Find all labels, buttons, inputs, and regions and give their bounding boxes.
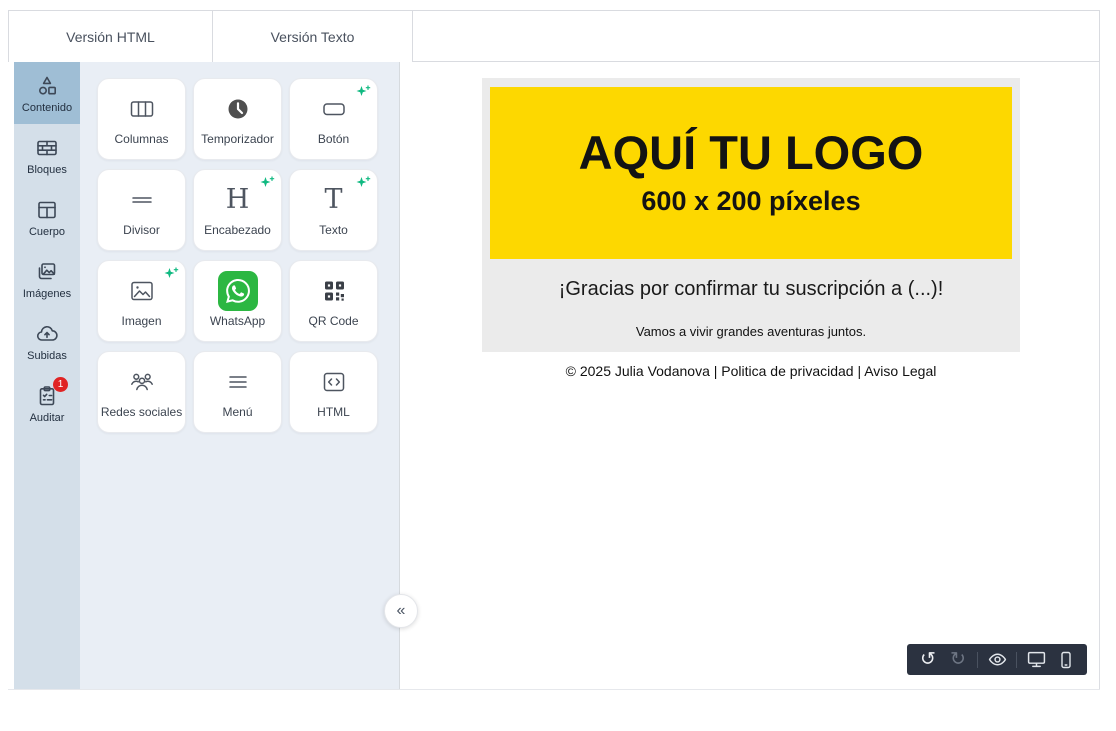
block-label: QR Code [308,314,358,328]
mobile-view-button[interactable] [1055,648,1077,672]
block-label: HTML [317,405,350,419]
header-spacer [413,11,1100,62]
block-label: Imagen [121,314,161,328]
block-card-menu[interactable]: Menú [193,351,282,433]
sidebar-item-imagenes[interactable]: Imágenes [14,248,80,310]
menu-icon [223,366,253,398]
email-body[interactable]: AQUÍ TU LOGO 600 x 200 píxeles ¡Gracias … [482,78,1020,352]
undo-icon: ↺ [920,650,936,669]
block-card-html[interactable]: HTML [289,351,378,433]
divider-icon [127,184,157,216]
audit-clipboard-icon: 1 [34,383,60,409]
shapes-icon [34,73,60,99]
block-label: Columnas [114,132,168,146]
html-icon [319,366,349,398]
email-subtext-block[interactable]: Vamos a vivir grandes aventuras juntos. [490,324,1012,339]
block-label: Divisor [123,223,160,237]
email-document: AQUÍ TU LOGO 600 x 200 píxeles ¡Gracias … [482,78,1020,379]
block-label: Encabezado [204,223,271,237]
editor-toolbar: ↺ ↻ [907,644,1087,675]
desktop-view-button[interactable] [1025,648,1047,672]
sidebar-item-label: Auditar [30,412,65,424]
sidebar-item-subidas[interactable]: Subidas [14,310,80,372]
sidebar-item-label: Imágenes [23,288,71,300]
images-icon [34,259,60,285]
audit-count-badge: 1 [53,377,68,392]
bricks-icon [34,135,60,161]
logo-placeholder-size: 600 x 200 píxeles [641,186,860,217]
eye-icon [988,650,1007,669]
block-label: Menú [222,405,252,419]
block-card-image[interactable]: Imagen [97,260,186,342]
block-label: Botón [318,132,349,146]
sidebar-item-cuerpo[interactable]: Cuerpo [14,186,80,248]
desktop-icon [1027,650,1046,669]
sidebar: Contenido Bloques Cuer [14,62,80,689]
image-icon [127,275,157,307]
version-tab-bar: Versión HTML Versión Texto [8,10,1100,62]
sidebar-item-auditar[interactable]: 1 Auditar [14,372,80,434]
redo-icon: ↻ [950,650,966,669]
block-card-whatsapp[interactable]: WhatsApp [193,260,282,342]
block-card-button[interactable]: Botón [289,78,378,160]
block-card-heading[interactable]: H Encabezado [193,169,282,251]
body-layout-icon [34,197,60,223]
ai-sparkle-icon [356,84,371,99]
sidebar-item-contenido[interactable]: Contenido [14,62,80,124]
toolbar-divider [977,652,978,668]
block-label: Texto [319,223,348,237]
columns-icon [127,93,157,125]
sidebar-item-label: Subidas [27,350,67,362]
timer-icon [223,93,253,125]
heading-icon: H [226,184,250,216]
toolbar-divider [1016,652,1017,668]
button-icon [319,93,349,125]
email-editor-app: Versión HTML Versión Texto Contenido [8,10,1100,690]
preview-button[interactable] [986,648,1008,672]
content-blocks-panel: Columnas Temporizador [80,62,400,689]
sidebar-item-label: Cuerpo [29,226,65,238]
text-icon: T [324,184,342,216]
social-icon [127,366,157,398]
tab-version-html[interactable]: Versión HTML [8,11,213,62]
ai-sparkle-icon [260,175,275,190]
block-card-divider[interactable]: Divisor [97,169,186,251]
block-card-text[interactable]: T Texto [289,169,378,251]
logo-placeholder-image[interactable]: AQUÍ TU LOGO 600 x 200 píxeles [490,87,1012,259]
undo-button[interactable]: ↺ [917,648,939,672]
mobile-icon [1057,651,1075,669]
collapse-panel-button[interactable]: « [384,594,418,628]
tab-version-texto[interactable]: Versión Texto [213,11,413,62]
logo-placeholder-title: AQUÍ TU LOGO [579,129,924,176]
block-card-columns[interactable]: Columnas [97,78,186,160]
sidebar-item-label: Contenido [22,102,72,114]
whatsapp-icon [218,275,258,307]
cloud-upload-icon [34,321,60,347]
blocks-grid: Columnas Temporizador [97,78,378,433]
block-card-qr[interactable]: QR Code [289,260,378,342]
ai-sparkle-icon [356,175,371,190]
sidebar-item-bloques[interactable]: Bloques [14,124,80,186]
block-card-social[interactable]: Redes sociales [97,351,186,433]
block-label: Temporizador [201,132,274,146]
block-label: WhatsApp [210,314,265,328]
block-card-timer[interactable]: Temporizador [193,78,282,160]
redo-button[interactable]: ↻ [947,648,969,672]
email-footer-block[interactable]: © 2025 Julia Vodanova | Politica de priv… [482,363,1020,379]
qr-code-icon [320,275,348,307]
editor-main: Contenido Bloques Cuer [8,62,1100,690]
email-heading-block[interactable]: ¡Gracias por confirmar tu suscripción a … [490,278,1012,301]
ai-sparkle-icon [164,266,179,281]
sidebar-item-label: Bloques [27,164,67,176]
block-label: Redes sociales [101,405,182,419]
email-preview-canvas[interactable]: « AQUÍ TU LOGO 600 x 200 píxeles ¡Gracia… [401,62,1100,689]
